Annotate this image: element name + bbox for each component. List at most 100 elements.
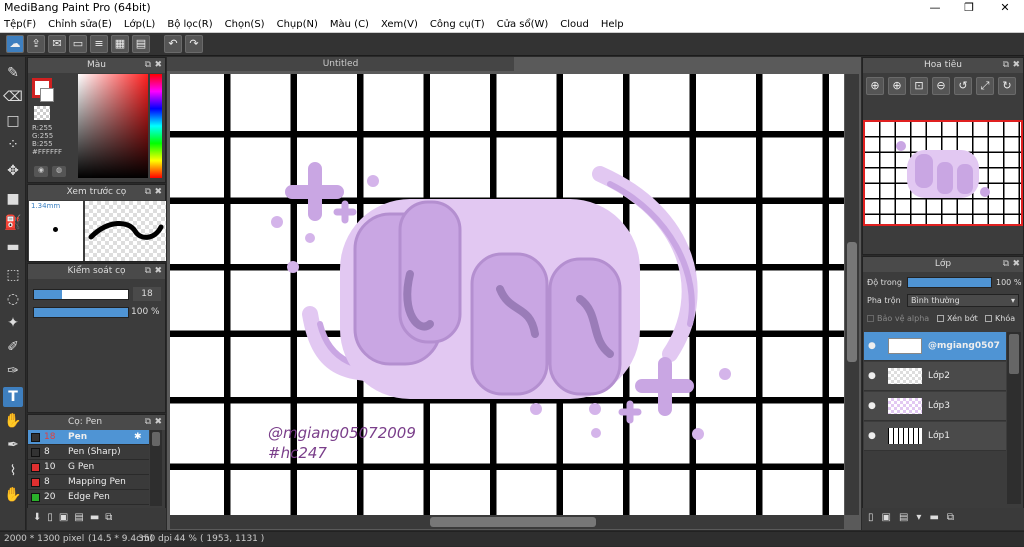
menu-edit[interactable]: Chỉnh sửa(E) <box>48 19 112 30</box>
folder-icon[interactable]: ▬ <box>90 512 99 526</box>
close-icon[interactable]: ✖ <box>1012 257 1020 272</box>
saturation-picker[interactable] <box>78 74 148 178</box>
cloud-icon[interactable]: ☁ <box>6 35 24 53</box>
canvas-vertical-scrollbar[interactable] <box>845 74 859 515</box>
new-brush-icon[interactable]: ▯ <box>47 512 53 526</box>
visibility-eye-icon[interactable]: ● <box>868 371 876 381</box>
popout-icon[interactable]: ⧉ <box>145 415 151 430</box>
fit-icon[interactable]: ⊡ <box>910 77 928 95</box>
select-pen-icon[interactable]: ✐ <box>3 337 23 357</box>
clipping-checkbox[interactable] <box>937 315 944 322</box>
rect-fill-icon[interactable]: ■ <box>3 189 23 209</box>
brush-item[interactable]: 8 Pen (Sharp) <box>28 445 149 460</box>
folder-icon[interactable]: ▬ <box>929 512 938 526</box>
add-brush-icon[interactable]: ▣ <box>59 512 68 526</box>
brush-size-slider[interactable] <box>33 289 129 300</box>
layer-item[interactable]: ● Lớp1 <box>864 422 1006 451</box>
visibility-eye-icon[interactable]: ● <box>868 431 876 441</box>
navigator-thumbnail[interactable] <box>863 120 1023 226</box>
redo-icon[interactable]: ↷ <box>185 35 203 53</box>
rotate-left-icon[interactable]: ↺ <box>954 77 972 95</box>
brush-opacity-slider[interactable] <box>33 307 129 318</box>
move-tool-icon[interactable]: ✥ <box>3 161 23 181</box>
dot-tool-icon[interactable]: ⁘ <box>3 135 23 155</box>
delete-brush-icon[interactable]: ⧉ <box>105 512 112 526</box>
menu-cloud[interactable]: Cloud <box>560 19 589 30</box>
brush-tool-icon[interactable]: ✎ <box>3 63 23 83</box>
dropper-icon[interactable]: ⌇ <box>3 461 23 481</box>
transparent-swatch[interactable] <box>34 106 50 120</box>
popout-icon[interactable]: ⧉ <box>1003 58 1009 73</box>
shape-tool-icon[interactable]: □ <box>3 111 23 131</box>
canvas[interactable]: @mgiang05072009 #hc247 <box>170 74 844 515</box>
menu-color[interactable]: Màu (C) <box>330 19 369 30</box>
tiles-icon[interactable]: ▤ <box>132 35 150 53</box>
hand-tool-icon[interactable]: ✋ <box>3 485 23 505</box>
delete-layer-icon[interactable]: ⧉ <box>947 512 954 526</box>
brush-list-scrollbar[interactable] <box>150 430 162 506</box>
layer-item[interactable]: ● Lớp2 <box>864 362 1006 391</box>
brush-settings-icon[interactable]: ▤ <box>74 512 83 526</box>
brush-item[interactable]: 8 Mapping Pen <box>28 475 149 490</box>
zoom-in-icon[interactable]: ⊕ <box>866 77 884 95</box>
hue-slider[interactable] <box>150 74 162 178</box>
zoom-out-icon[interactable]: ⊖ <box>932 77 950 95</box>
layer-item[interactable]: ● Lớp3 <box>864 392 1006 421</box>
layer-menu-icon[interactable]: ▾ <box>916 512 921 526</box>
menu-tools[interactable]: Công cụ(T) <box>430 19 485 30</box>
cloud-brush-icon[interactable]: ⬇ <box>33 512 41 526</box>
rotate-right-icon[interactable]: ↻ <box>998 77 1016 95</box>
brush-size-value[interactable]: 18 <box>133 287 161 301</box>
eyedropper-icon[interactable]: ✒ <box>3 435 23 455</box>
select-rect-icon[interactable]: ⬚ <box>3 265 23 285</box>
close-button[interactable]: ✕ <box>988 0 1022 16</box>
close-icon[interactable]: ✖ <box>154 264 162 279</box>
share-icon[interactable]: ⇪ <box>27 35 45 53</box>
layer-item[interactable]: ● @mgiang0507 <box>864 332 1006 361</box>
color-mode-icon[interactable]: ◉ <box>34 166 48 177</box>
eraser-tool-icon[interactable]: ⌫ <box>3 87 23 107</box>
menu-snap[interactable]: Chụp(N) <box>277 19 318 30</box>
menu-help[interactable]: Help <box>601 19 624 30</box>
menu-file[interactable]: Tệp(F) <box>4 19 36 30</box>
fullscreen-icon[interactable]: ⤢ <box>976 77 994 95</box>
canvas-horizontal-scrollbar[interactable] <box>170 515 844 529</box>
close-icon[interactable]: ✖ <box>1012 58 1020 73</box>
layers-scrollbar[interactable] <box>1007 332 1021 504</box>
layer-opacity-slider[interactable] <box>907 277 992 288</box>
zoom-in-alt-icon[interactable]: ⊕ <box>888 77 906 95</box>
menu-window[interactable]: Cửa sổ(W) <box>497 19 549 30</box>
secondary-color-swatch[interactable] <box>40 88 54 102</box>
gradient-tool-icon[interactable]: ▬ <box>3 237 23 257</box>
maximize-button[interactable]: ❐ <box>952 0 986 16</box>
canvas-tab[interactable]: Untitled <box>167 57 514 71</box>
lasso-tool-icon[interactable]: ◌ <box>3 289 23 309</box>
magic-wand-icon[interactable]: ✦ <box>3 313 23 333</box>
lock-checkbox[interactable] <box>985 315 992 322</box>
menu-filter[interactable]: Bộ lọc(R) <box>167 19 212 30</box>
bucket-tool-icon[interactable]: ⛽ <box>3 213 23 233</box>
menu-layer[interactable]: Lớp(L) <box>124 19 155 30</box>
palette-mode-icon[interactable]: ◍ <box>52 166 66 177</box>
comment-icon[interactable]: ✉ <box>48 35 66 53</box>
visibility-eye-icon[interactable]: ● <box>868 401 876 411</box>
menu-view[interactable]: Xem(V) <box>381 19 418 30</box>
close-icon[interactable]: ✖ <box>154 185 162 200</box>
popout-icon[interactable]: ⧉ <box>1003 257 1009 272</box>
brush-opacity-value[interactable]: 100 % <box>131 305 160 319</box>
page-icon[interactable]: ▭ <box>69 35 87 53</box>
text-tool-icon[interactable]: T <box>3 387 23 407</box>
popout-icon[interactable]: ⧉ <box>145 264 151 279</box>
undo-icon[interactable]: ↶ <box>164 35 182 53</box>
new-layer-icon[interactable]: ▯ <box>868 512 874 526</box>
document-icon[interactable]: ≡ <box>90 35 108 53</box>
grid-view-icon[interactable]: ▦ <box>111 35 129 53</box>
minimize-button[interactable]: — <box>918 0 952 16</box>
brush-item[interactable]: 20 Edge Pen <box>28 490 149 505</box>
select-eraser-icon[interactable]: ✑ <box>3 361 23 381</box>
layer-halftone-icon[interactable]: ▤ <box>899 512 908 526</box>
add-layer-icon[interactable]: ▣ <box>882 512 891 526</box>
close-icon[interactable]: ✖ <box>154 58 162 73</box>
gear-icon[interactable]: ✱ <box>134 430 142 445</box>
popout-icon[interactable]: ⧉ <box>145 58 151 73</box>
